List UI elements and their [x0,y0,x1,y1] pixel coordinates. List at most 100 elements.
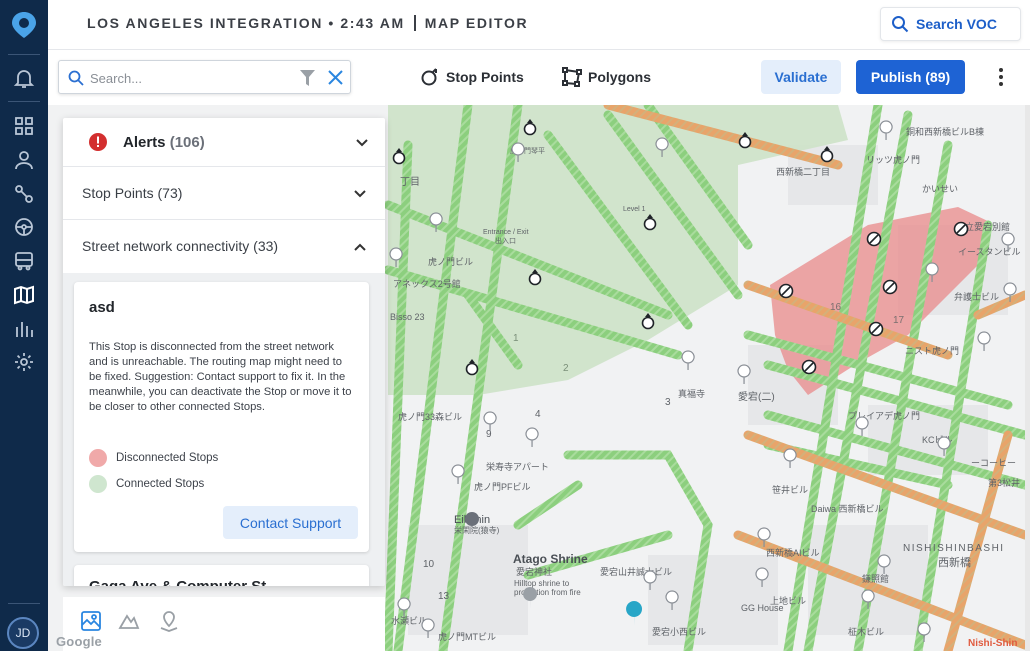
location-view-icon[interactable] [157,609,181,633]
stop-points-alert-row[interactable]: Stop Points (73) [63,167,385,220]
chevron-up-icon[interactable] [353,240,367,254]
nav-rail: JD [0,0,48,651]
map-label: 弁護士ビル [954,291,999,302]
legend-green-dot [89,475,107,493]
map-label: ーコーヒー [971,458,1016,468]
alert-list: asd This Stop is disconnected from the s… [63,273,385,586]
alert-error-icon [89,133,107,151]
google-attribution: Google [56,634,102,649]
filter-funnel-icon[interactable] [300,70,315,86]
map-label: Daiwa 西新橋ビル [811,503,884,514]
map-label: 愛宕神社 [516,566,552,577]
map-label: Level 1 [623,206,646,213]
legend-disconnected: Disconnected Stops [89,449,218,467]
map-search-input[interactable] [90,68,290,88]
terrain-view-icon[interactable] [117,609,141,633]
routes-pin-icon[interactable] [12,182,36,206]
validate-button[interactable]: Validate [761,60,841,94]
map-label: 虎ノ門33森ビル [398,411,462,422]
polygons-tool[interactable]: Polygons [562,67,651,87]
alert-card[interactable]: asd This Stop is disconnected from the s… [74,282,369,552]
legend-connected-label: Connected Stops [116,478,205,490]
search-icon [68,70,84,86]
map-label: 西新橋AIビル [766,547,820,558]
page-title: LOS ANGELES INTEGRATION • 2:43 AM MAP ED… [87,15,528,31]
map-label: イースタンビル [958,247,1021,257]
map-label: 愛宕山井誠士ビル [600,566,672,577]
search-voc-label: Search VOC [916,16,997,32]
map-label: 銅和西新橋ビルB棟 [906,126,984,137]
map-label: 鎌照館 [862,573,889,584]
map-label: Atago Shrine [513,552,588,566]
map-label: Hilltop shrine to [514,579,570,588]
analytics-chart-icon[interactable] [12,317,36,341]
alerts-panel: Alerts (106) Stop Points (73) Street net… [63,118,385,586]
map-editor-icon[interactable] [12,283,36,307]
polygon-icon [562,67,582,87]
users-person-icon[interactable] [12,148,36,172]
chevron-down-icon[interactable] [355,136,369,150]
legend-red-dot [89,449,107,467]
alerts-header-row[interactable]: Alerts (106) [63,118,385,167]
attraction-pin-icon [626,601,643,626]
map-label: 丁目 [400,177,420,188]
contact-support-button[interactable]: Contact Support [223,506,358,539]
map-label: 栄寿寺アパート [486,461,549,472]
user-initials: JD [15,626,31,640]
title-divider [413,15,416,31]
alert-card-description: This Stop is disconnected from the stree… [89,341,352,413]
map-label: 9 [486,429,492,440]
map-label: 柾木ビル [848,626,884,637]
app-logo-icon[interactable] [9,10,39,40]
settings-gear-icon[interactable] [12,350,36,374]
map-label: 13 [438,591,450,602]
app-header: LOS ANGELES INTEGRATION • 2:43 AM MAP ED… [48,0,1030,50]
dashboard-grid-icon[interactable] [12,114,36,138]
clear-close-icon[interactable] [327,69,344,86]
stop-points-tool[interactable]: Stop Points [420,67,524,87]
publish-button[interactable]: Publish (89) [856,60,965,94]
map-corner-label: Nishi-Shin [968,638,1018,649]
alert-card-title: asd [89,299,115,316]
map-toolbar: Stop Points Polygons Validate Publish (8… [48,51,1030,105]
alert-card-next-title: Gaga Ave & Computer St [89,578,266,586]
street-connectivity-label: Street network connectivity (33) [82,238,279,254]
street-connectivity-row[interactable]: Street network connectivity (33) [63,220,385,273]
rail-divider [8,54,40,55]
alerts-title: Alerts (106) [123,134,205,151]
temple-pin-icon [465,512,479,526]
search-icon [892,16,909,33]
user-avatar[interactable]: JD [7,617,39,649]
map-layer-switcher [63,597,385,651]
map-view-icon[interactable] [79,609,103,633]
page-scrollbar[interactable] [1025,105,1030,651]
more-options-icon[interactable] [993,65,1009,89]
search-voc-button[interactable]: Search VOC [880,7,1021,41]
map-label: 3 [665,397,671,408]
polygons-label: Polygons [588,69,652,85]
map-label: 笹井ビル [772,484,808,495]
map-label: 愛宕小西ビル [652,626,706,637]
map-label: Entrance / Exit [483,229,529,236]
map-label: 西新橋二丁目 [776,166,830,177]
map-label: 出入口 [495,236,516,245]
map-search-box [58,60,351,94]
steering-wheel-icon[interactable] [12,215,36,239]
bus-vehicle-icon[interactable] [12,249,36,273]
alerts-count: (106) [169,134,205,151]
legend-disconnected-label: Disconnected Stops [116,452,219,464]
notifications-bell-icon[interactable] [12,66,36,90]
chevron-down-icon[interactable] [353,187,367,201]
map-label: アネックス2号館 [393,278,461,289]
rail-divider [8,603,40,604]
map-label: Bisso 23 [390,312,425,322]
map-label: 真福寺 [678,388,705,399]
map-label: NISHISHINBASHI [903,543,1005,554]
map-label: 16 [830,302,842,313]
map-label: 虎ノ門MTビル [438,631,496,642]
map-label: 虎ノ門ビル [428,256,473,267]
section-label: MAP EDITOR [424,15,529,31]
alert-card-next[interactable]: Gaga Ave & Computer St [74,565,369,586]
alerts-label: Alerts [123,134,166,151]
map-label: 西新橋 [938,555,971,569]
